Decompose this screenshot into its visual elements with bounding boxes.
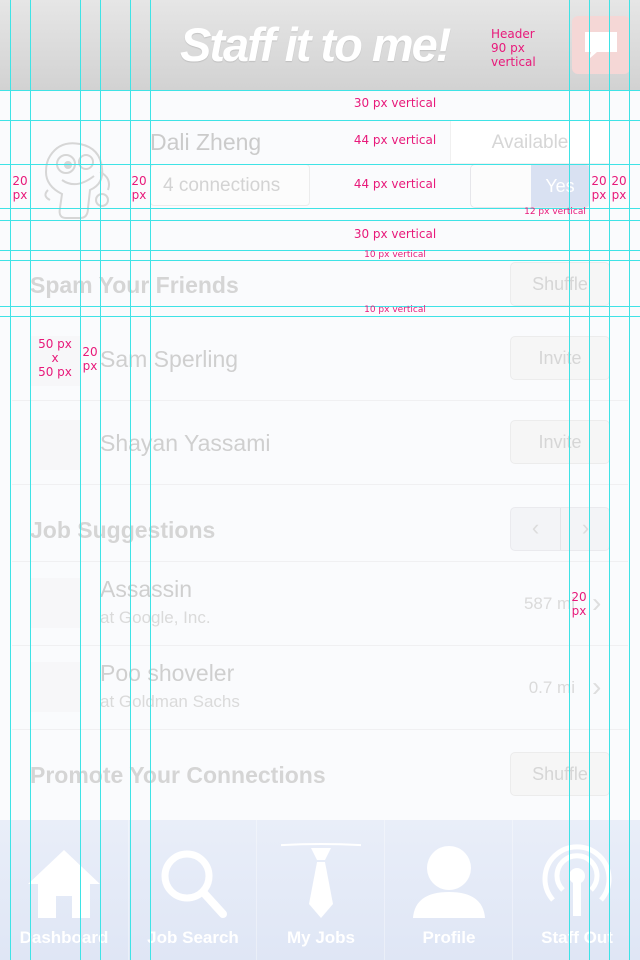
job-thumbnail	[30, 578, 80, 628]
promote-connections-title: Promote Your Connections	[30, 762, 326, 788]
job-suggestions-title: Job Suggestions	[30, 517, 216, 543]
spam-shuffle-button[interactable]: Shuffle	[510, 262, 610, 306]
guide-line	[100, 0, 101, 960]
annotation-label: 50 px x 50 px	[38, 337, 72, 379]
guide-line	[589, 0, 590, 960]
house-icon	[28, 850, 100, 918]
guide-line	[0, 260, 640, 261]
tab-label: Profile	[422, 928, 476, 947]
availability-label: Available	[450, 120, 610, 164]
annotation-label: 10 px vertical	[364, 250, 426, 260]
friend-name: Shayan Yassami	[100, 430, 271, 456]
guide-line	[0, 164, 640, 165]
toggle-yes-label: Yes	[531, 165, 589, 207]
guide-line	[10, 0, 11, 960]
guide-line	[80, 0, 81, 960]
annotation-label: 30 px vertical	[353, 227, 437, 241]
tab-label: My Jobs	[286, 928, 356, 947]
guide-line	[569, 0, 570, 960]
guide-line	[0, 306, 640, 307]
tab-label: Staff Out	[541, 928, 613, 947]
app-logo: Staff it to me!	[180, 18, 451, 71]
section-divider	[12, 561, 628, 562]
guide-line	[30, 0, 31, 960]
annotation-label: 20 px	[131, 174, 147, 202]
annotation-label: 12 px vertical	[524, 207, 586, 217]
row-divider	[12, 729, 628, 730]
promote-shuffle-button[interactable]: Shuffle	[510, 752, 610, 796]
job-distance: 587 mi	[523, 594, 575, 613]
broadcast-icon	[542, 844, 612, 916]
person-icon	[413, 846, 485, 918]
row-divider	[12, 645, 628, 646]
availability-toggle[interactable]: Yes	[470, 164, 590, 208]
job-pager: ‹ ›	[510, 507, 610, 551]
tab-staff-out[interactable]: Staff Out	[512, 820, 640, 960]
friend-name: Sam Sperling	[100, 346, 239, 372]
annotation-label: 20 px	[611, 174, 627, 202]
chat-button[interactable]	[572, 16, 630, 74]
friend-avatar	[30, 420, 80, 470]
job-company: at Google, Inc.	[100, 608, 211, 627]
invite-button[interactable]: Invite	[510, 336, 610, 380]
job-title: Poo shoveler	[100, 660, 235, 686]
toggle-knob	[471, 165, 532, 207]
tab-dashboard[interactable]: Dashboard	[0, 820, 128, 960]
job-distance: 0.7 mi	[528, 678, 575, 697]
job-company: at Goldman Sachs	[100, 692, 240, 711]
tab-my-jobs[interactable]: My Jobs	[256, 820, 384, 960]
magnifier-icon	[161, 850, 227, 918]
guide-line	[150, 0, 151, 960]
guide-line	[0, 220, 640, 221]
tab-bar: Dashboard Job Search My Jobs Profile Sta…	[0, 820, 640, 960]
annotation-label: 20 px	[12, 174, 28, 202]
annotation-label: 44 px vertical	[353, 133, 437, 147]
guide-line	[130, 0, 131, 960]
guide-line	[629, 0, 630, 960]
guide-line	[0, 250, 640, 251]
guide-line	[0, 316, 640, 317]
tab-job-search[interactable]: Job Search	[128, 820, 256, 960]
annotation-label: 10 px vertical	[364, 305, 426, 315]
job-title: Assassin	[100, 576, 193, 602]
annotation-header-height: Header 90 px vertical	[491, 27, 536, 69]
necktie-icon	[281, 843, 361, 918]
job-thumbnail	[30, 662, 80, 712]
guide-line	[0, 90, 640, 91]
invite-button[interactable]: Invite	[510, 420, 610, 464]
annotation-label: 30 px vertical	[353, 96, 437, 110]
connections-count-button[interactable]: 4 connections	[150, 164, 310, 206]
annotation-label: 20 px	[591, 174, 607, 202]
tab-profile[interactable]: Profile	[384, 820, 512, 960]
guide-line	[0, 120, 640, 121]
annotation-label: 44 px vertical	[353, 177, 437, 191]
row-divider	[12, 484, 628, 485]
guide-line	[609, 0, 610, 960]
tab-label: Job Search	[147, 928, 239, 947]
annotation-label: 20 px	[571, 590, 587, 618]
spam-friends-title: Spam Your Friends	[30, 272, 239, 298]
pager-prev-button[interactable]: ‹	[511, 508, 561, 550]
tab-label: Dashboard	[19, 928, 109, 947]
annotation-label: 20 px	[82, 345, 98, 373]
row-divider	[12, 400, 628, 401]
